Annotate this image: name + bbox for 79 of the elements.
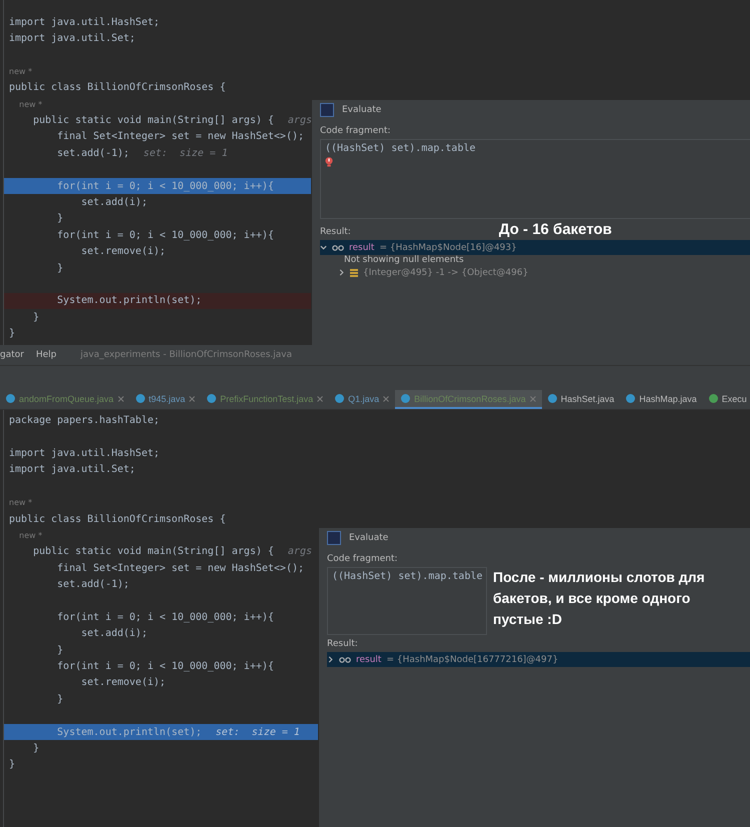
watch-icon: [339, 656, 351, 663]
dialog-title: Evaluate: [342, 105, 382, 115]
menu-item[interactable]: gator: [0, 350, 24, 360]
code-line: public static void main(String[] args) {: [32, 546, 274, 558]
code-line: import java.util.Set;: [9, 464, 136, 476]
code-line: }: [56, 644, 64, 656]
code-line: set.add(i);: [80, 628, 148, 640]
code-line: final Set<Integer> set = new HashSet<>();: [56, 131, 304, 142]
dialog-title: Evaluate: [349, 533, 388, 544]
editor-tab[interactable]: t945.java: [130, 390, 202, 410]
code-line: final Set<Integer> set = new HashSet<>();: [56, 562, 304, 574]
window-title: java_experiments - BillionOfCrimsonRoses.java: [80, 350, 292, 360]
code-line: }: [56, 213, 64, 224]
map-entry-text: {Integer@495} -1 -> {Object@496}: [363, 268, 528, 278]
debug-value-hint: set: size = 1: [216, 726, 300, 738]
code-line: System.out.println(set);: [56, 726, 202, 738]
author-annotation: new *: [9, 66, 32, 76]
field-list-icon: [350, 268, 358, 276]
code-line: public static void main(String[] args) {: [32, 115, 274, 126]
code-fragment-field[interactable]: ((HashSet) set).map.table: [320, 139, 750, 219]
app-logo-icon: [320, 103, 334, 117]
result-row[interactable]: result = {HashMap$Node[16]@493}: [320, 240, 750, 255]
code-line: for(int i = 0; i < 10_000_000; i++){: [56, 230, 274, 241]
code-line: import java.util.HashSet;: [9, 448, 160, 459]
field-label: Result:: [319, 226, 352, 239]
editor-tab[interactable]: HashMap.java: [620, 390, 703, 410]
code-line: for(int i = 0; i < 10_000_000; i++){: [56, 180, 274, 192]
error-bulb-icon[interactable]: [325, 157, 333, 167]
field-label: Result:: [326, 638, 359, 652]
code-line: }: [56, 262, 64, 274]
chevron-icon[interactable]: [338, 269, 345, 276]
code-line: import java.util.HashSet;: [9, 16, 160, 28]
code-line: for(int i = 0; i < 10_000_000; i++){: [56, 661, 274, 672]
code-line: for(int i = 0; i < 10_000_000; i++){: [56, 612, 274, 623]
close-icon[interactable]: [530, 396, 536, 402]
variable-name: result: [356, 654, 382, 665]
close-icon[interactable]: [189, 396, 196, 402]
debug-value-hint: args: [288, 546, 312, 558]
menu-item[interactable]: Help: [36, 350, 56, 360]
author-annotation: new *: [9, 498, 32, 508]
code-line: }: [9, 328, 16, 340]
info-text: Not showing null elements: [343, 255, 464, 265]
app-logo-icon: [327, 531, 341, 546]
editor-tab[interactable]: Execu: [702, 390, 750, 410]
chevron-icon[interactable]: [327, 656, 334, 664]
author-annotation: new *: [18, 530, 42, 540]
caption-text: До - 16 бакетов: [498, 220, 613, 240]
result-row[interactable]: result = {HashMap$Node[16777216]@497}: [327, 652, 750, 668]
code-fragment-field[interactable]: ((HashSet) set).map.table: [327, 567, 487, 636]
variable-value: = {HashMap$Node[16777216]@497}: [386, 654, 558, 665]
code-line: System.out.println(set);: [56, 295, 202, 306]
code-line: }: [32, 742, 40, 754]
code-line: set.remove(i);: [80, 677, 166, 688]
watch-icon: [332, 244, 344, 250]
close-icon[interactable]: [118, 396, 124, 402]
code-line: set.add(-1);: [56, 579, 130, 590]
field-label: Code fragment:: [319, 125, 392, 138]
code-line: }: [56, 694, 64, 705]
code-line: public class BillionOfCrimsonRoses {: [9, 514, 226, 525]
code-line: set.add(i);: [80, 196, 148, 208]
variable-value: = {HashMap$Node[16]@493}: [379, 242, 517, 252]
code-line: import java.util.Set;: [9, 33, 136, 44]
code-line: package papers.hashTable;: [9, 415, 160, 426]
close-icon[interactable]: [383, 396, 390, 402]
code-line: set.remove(i);: [80, 246, 166, 258]
field-label: Code fragment:: [326, 553, 399, 566]
variable-name: result: [349, 242, 374, 252]
chevron-icon[interactable]: [320, 244, 327, 251]
close-icon[interactable]: [317, 396, 324, 402]
code-line: }: [32, 312, 40, 323]
code-line: public class BillionOfCrimsonRoses {: [9, 82, 226, 94]
caption-text: После - миллионы слотов для бакетов, и все кроме одного пустые :D: [493, 568, 706, 630]
code-line: }: [9, 759, 16, 770]
code-line: set.add(-1);: [56, 148, 130, 159]
author-annotation: new *: [18, 100, 42, 109]
editor-tab[interactable]: HashSet.java: [542, 390, 620, 410]
debug-value-hint: args: [288, 115, 312, 126]
editor-tab[interactable]: Q1.java: [329, 390, 396, 410]
debug-value-hint: set: size = 1: [143, 148, 228, 159]
